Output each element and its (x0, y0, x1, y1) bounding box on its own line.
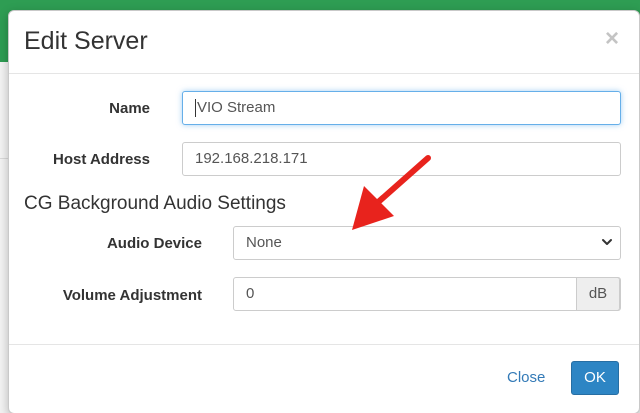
text-cursor (195, 99, 196, 118)
host-address-label: Host Address (53, 151, 150, 168)
chevron-down-icon (602, 239, 612, 245)
host-address-value: 192.168.218.171 (195, 150, 308, 167)
section-title: CG Background Audio Settings (24, 193, 286, 214)
dialog-header: Edit Server × (9, 11, 639, 74)
edit-server-dialog: Edit Server × Name VIO Stream Host Addre… (8, 10, 640, 413)
name-input[interactable]: VIO Stream (182, 91, 621, 125)
dialog-title: Edit Server (24, 27, 148, 55)
ok-button[interactable]: OK (571, 361, 619, 395)
audio-device-label: Audio Device (106, 235, 202, 252)
volume-adjustment-label: Volume Adjustment (62, 287, 202, 304)
volume-adjustment-input[interactable]: 0 dB (233, 277, 621, 311)
volume-adjustment-value: 0 (246, 285, 255, 302)
close-icon[interactable]: × (605, 27, 619, 51)
red-arrow-annotation (352, 155, 431, 230)
footer-divider (9, 344, 639, 345)
volume-unit-addon: dB (576, 277, 620, 311)
close-button[interactable]: Close (507, 369, 545, 386)
name-label: Name (109, 100, 150, 117)
audio-device-selected: None (246, 234, 282, 251)
name-input-value: VIO Stream (197, 99, 276, 116)
